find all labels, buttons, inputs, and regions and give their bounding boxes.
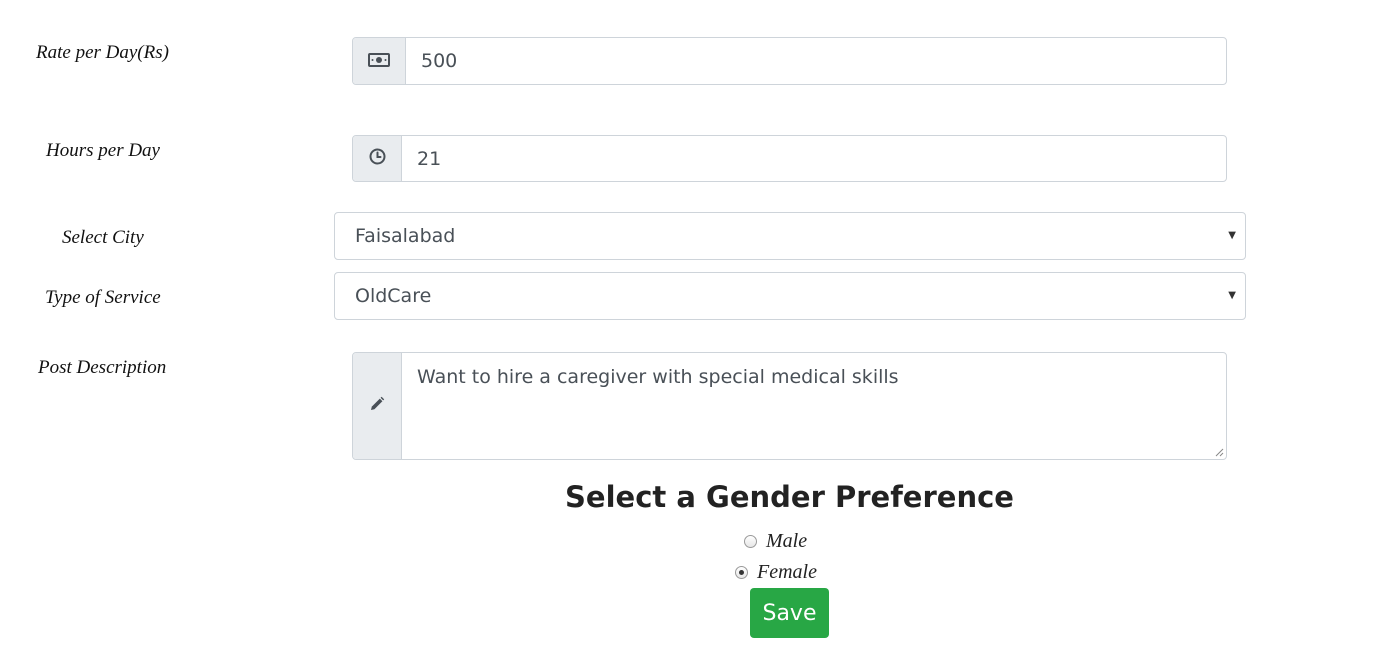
- hours-label: Hours per Day: [46, 140, 160, 161]
- service-select[interactable]: OldCare ▼: [334, 272, 1246, 320]
- radio-male[interactable]: [744, 535, 757, 548]
- hours-addon: [353, 136, 402, 181]
- description-addon: [353, 353, 402, 459]
- service-label: Type of Service: [45, 287, 161, 308]
- pencil-icon: [369, 396, 385, 416]
- clock-icon: [369, 148, 386, 169]
- chevron-down-icon: ▼: [1228, 289, 1236, 301]
- city-label: Select City: [62, 227, 144, 248]
- save-button[interactable]: Save: [750, 588, 829, 638]
- money-icon: [368, 52, 390, 71]
- radio-label-female: Female: [757, 561, 817, 583]
- rate-label: Rate per Day(Rs): [36, 42, 169, 63]
- radio-female[interactable]: [735, 566, 748, 579]
- city-select[interactable]: Faisalabad ▼: [334, 212, 1246, 260]
- rate-input-group: 500: [352, 37, 1227, 85]
- radio-option-female[interactable]: Female: [735, 561, 817, 584]
- rate-addon: [353, 38, 406, 84]
- gender-heading: Select a Gender Preference: [565, 480, 1014, 514]
- radio-selected-dot: [739, 570, 744, 575]
- city-selected-value: Faisalabad: [355, 225, 456, 247]
- radio-label-male: Male: [766, 530, 808, 552]
- description-text: Want to hire a caregiver with special me…: [417, 366, 899, 388]
- hours-input-group: 21: [352, 135, 1227, 182]
- description-input-group: Want to hire a caregiver with special me…: [352, 352, 1227, 460]
- chevron-down-icon: ▼: [1228, 229, 1236, 241]
- rate-input[interactable]: 500: [406, 38, 1226, 84]
- description-label: Post Description: [38, 357, 167, 378]
- radio-option-male[interactable]: Male: [744, 530, 807, 553]
- description-textarea[interactable]: Want to hire a caregiver with special me…: [402, 353, 1226, 459]
- hours-input[interactable]: 21: [402, 136, 1226, 181]
- resize-handle-icon[interactable]: [1214, 447, 1224, 457]
- service-selected-value: OldCare: [355, 285, 432, 307]
